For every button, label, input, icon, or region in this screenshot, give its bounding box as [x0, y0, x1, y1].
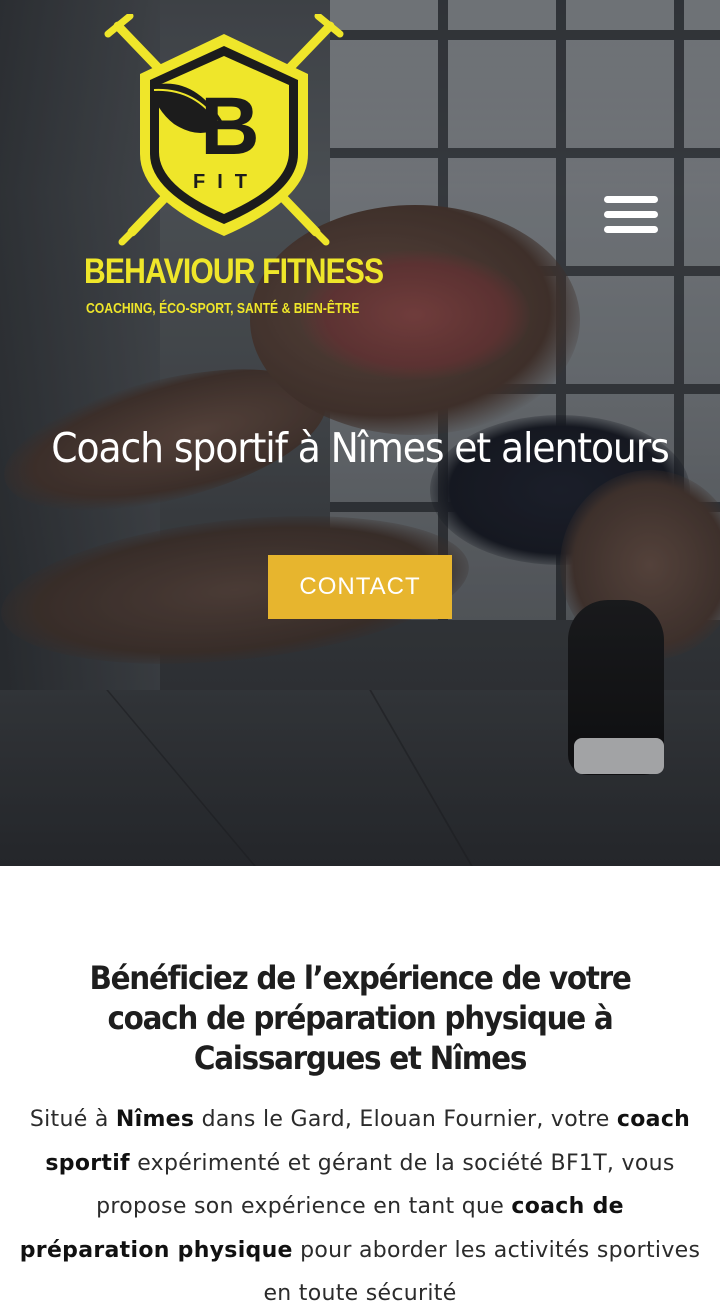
- intro-section: Bénéficiez de l’expérience de votre coac…: [0, 866, 720, 1311]
- contact-button[interactable]: CONTACT: [268, 555, 452, 619]
- hero-title: Coach sportif à Nîmes et alentours: [51, 424, 669, 472]
- hamburger-menu-icon[interactable]: [604, 196, 660, 236]
- menu-bar: [604, 211, 658, 218]
- intro-text: pour aborder les activités sportives en …: [263, 1237, 701, 1307]
- brand-tagline: COACHING, ÉCO-SPORT, SANTÉ & BIEN-ÊTRE: [86, 301, 360, 317]
- intro-paragraph: Situé à Nîmes dans le Gard, Elouan Fourn…: [18, 1098, 702, 1316]
- menu-bar: [604, 226, 658, 233]
- brand-name: BEHAVIOUR FITNESS: [84, 252, 384, 291]
- intro-bold-city: Nîmes: [115, 1107, 195, 1132]
- hero-banner: B FIT BEHAVIOUR FITNESS COACHING, ÉCO-SP…: [0, 0, 720, 866]
- intro-text: dans le Gard, Elouan Fournier, votre: [194, 1107, 617, 1132]
- logo-emblem-icon: B FIT: [104, 14, 344, 246]
- svg-text:FIT: FIT: [193, 171, 259, 193]
- svg-text:B: B: [200, 81, 259, 172]
- section-title: Bénéficiez de l’expérience de votre coac…: [89, 959, 631, 1077]
- menu-bar: [604, 196, 658, 203]
- intro-text: Situé à: [29, 1107, 116, 1132]
